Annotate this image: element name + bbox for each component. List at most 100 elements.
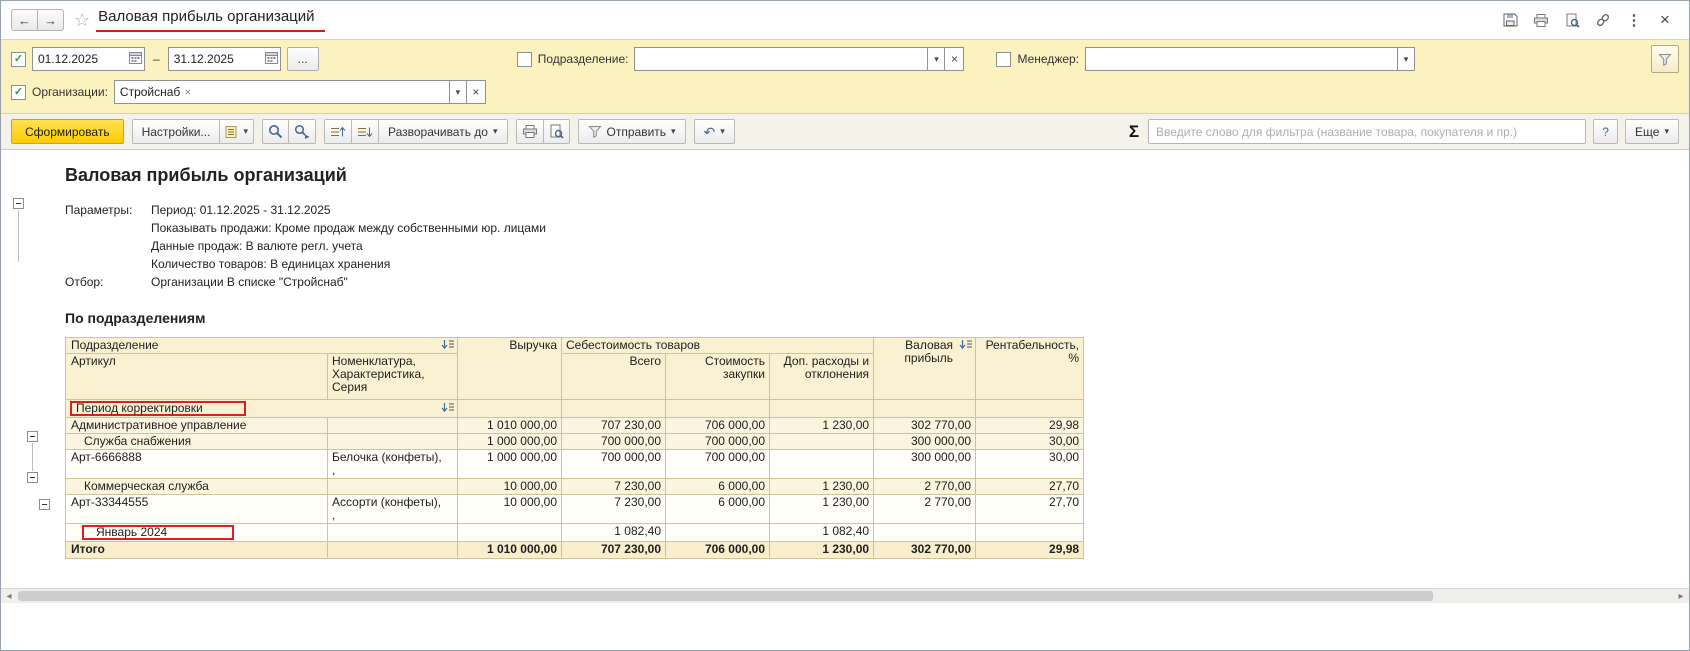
sort-icon[interactable] xyxy=(441,339,454,353)
date-to-input[interactable] xyxy=(174,52,265,66)
header-cost-extra[interactable]: Доп. расходы и отклонения xyxy=(770,354,874,400)
header-cost-group[interactable]: Себестоимость товаров xyxy=(562,338,874,354)
clear-icon: × xyxy=(472,85,479,99)
header-gross[interactable]: Валовая прибыль xyxy=(874,338,976,400)
link-icon xyxy=(1595,12,1611,28)
manager-input[interactable] xyxy=(1085,47,1397,71)
settings-button[interactable]: Настройки... xyxy=(132,119,221,144)
freeze-line xyxy=(66,417,67,418)
calendar-icon[interactable] xyxy=(265,51,278,67)
link-button[interactable] xyxy=(1591,8,1615,32)
send-button[interactable]: Отправить ▾ xyxy=(578,119,686,144)
header-cost-total[interactable]: Всего xyxy=(562,354,666,400)
report-settings-icon xyxy=(225,125,238,139)
header-articul[interactable]: Артикул xyxy=(66,354,328,400)
report-area: Валовая прибыль организаций Параметры: П… xyxy=(1,150,1689,588)
department-combo: ▾ × xyxy=(634,47,964,71)
collapse-levels-button[interactable] xyxy=(324,119,352,144)
row-name-cell[interactable]: Арт-33344555 xyxy=(66,495,328,524)
department-clear-button[interactable]: × xyxy=(945,47,964,71)
date-to-field[interactable] xyxy=(168,47,281,71)
scroll-left-button[interactable]: ◂ xyxy=(1,589,17,604)
print-report-button[interactable] xyxy=(516,119,544,144)
organizations-dropdown-button[interactable]: ▾ xyxy=(449,80,467,104)
organization-tag: Стройснаб × xyxy=(120,85,191,99)
organizations-clear-button[interactable]: × xyxy=(467,80,486,104)
period-checkbox[interactable]: ✓ xyxy=(11,52,26,67)
chevron-down-icon: ▾ xyxy=(243,126,248,137)
row-nomenclature-cell[interactable]: Белочка (конфеты), , xyxy=(328,450,458,479)
bottom-spacer xyxy=(1,603,1689,650)
print-button[interactable] xyxy=(1529,8,1553,32)
tag-remove-icon[interactable]: × xyxy=(184,85,191,99)
report-toolbar: Сформировать Настройки... ▾ xyxy=(1,114,1689,150)
back-icon: ← xyxy=(18,13,31,28)
more-button[interactable]: Еще ▾ xyxy=(1625,119,1679,144)
expand-to-button[interactable]: Разворачивать до ▾ xyxy=(378,119,508,144)
generate-button[interactable]: Сформировать xyxy=(11,119,124,144)
report-parameters: Параметры: Период: 01.12.2025 - 31.12.20… xyxy=(65,202,1689,290)
filter-panel: ✓ – ... Подразделение: ▾ × xyxy=(1,39,1689,114)
scroll-right-button[interactable]: ▸ xyxy=(1673,589,1689,604)
tree-collapse-button[interactable] xyxy=(27,472,38,483)
header-period-adjust[interactable]: Период корректировки xyxy=(66,400,458,418)
header-row-1: Подразделение Выручка Себестоимость това… xyxy=(66,338,1084,354)
department-checkbox[interactable] xyxy=(517,52,532,67)
period-value-highlight: Январь 2024 xyxy=(82,525,234,540)
row-name-cell[interactable]: Январь 2024 xyxy=(66,524,328,542)
organizations-checkbox[interactable]: ✓ xyxy=(11,85,26,100)
calendar-icon[interactable] xyxy=(129,51,142,67)
expand-levels-button[interactable] xyxy=(351,119,379,144)
save-button[interactable] xyxy=(1498,8,1522,32)
expand-levels-icon xyxy=(357,125,373,139)
header-nomenclature[interactable]: Номенклатура, Характеристика, Серия xyxy=(328,354,458,400)
tree-line xyxy=(18,210,19,262)
settings-group: Настройки... ▾ xyxy=(132,119,254,144)
period-more-button[interactable]: ... xyxy=(287,47,319,71)
sort-icon[interactable] xyxy=(959,339,972,353)
row-name-cell[interactable]: Коммерческая служба xyxy=(66,479,328,495)
header-cost-purchase[interactable]: Стоимость закупки xyxy=(666,354,770,400)
find-button[interactable] xyxy=(262,119,289,144)
manager-checkbox[interactable] xyxy=(996,52,1011,67)
close-button[interactable]: × xyxy=(1653,8,1677,32)
menu-button[interactable]: ⋮ xyxy=(1622,8,1646,32)
header-revenue[interactable]: Выручка xyxy=(458,338,562,400)
row-name-cell[interactable]: Арт-6666888 xyxy=(66,450,328,479)
row-nomenclature-cell[interactable]: Ассорти (конфеты), , xyxy=(328,495,458,524)
chevron-down-icon: ▾ xyxy=(456,87,461,98)
floppy-icon xyxy=(1502,12,1519,28)
sort-icon[interactable] xyxy=(441,402,454,416)
favorite-star-icon[interactable]: ☆ xyxy=(74,10,90,31)
header-department[interactable]: Подразделение xyxy=(66,338,458,354)
department-dropdown-button[interactable]: ▾ xyxy=(927,47,945,71)
section-title: По подразделениям xyxy=(65,310,1689,327)
row-name-cell[interactable]: Служба снабжения xyxy=(66,434,328,450)
back-button[interactable]: ← xyxy=(11,9,38,31)
chevron-down-icon: ▾ xyxy=(1404,54,1409,65)
department-input[interactable] xyxy=(634,47,927,71)
horizontal-scrollbar[interactable]: ◂ ▸ xyxy=(1,588,1689,603)
settings-variants-button[interactable]: ▾ xyxy=(219,119,254,144)
preview-button[interactable] xyxy=(1560,8,1584,32)
print-preview-button[interactable] xyxy=(543,119,570,144)
tree-collapse-button[interactable] xyxy=(27,431,38,442)
help-button[interactable]: ? xyxy=(1593,119,1618,144)
quick-filter-input[interactable] xyxy=(1148,119,1586,144)
find-next-button[interactable] xyxy=(288,119,316,144)
header-margin[interactable]: Рентабельность, % xyxy=(976,338,1084,400)
scrollbar-thumb[interactable] xyxy=(18,591,1433,601)
forward-button[interactable]: → xyxy=(37,9,64,31)
tree-collapse-button[interactable] xyxy=(39,499,50,510)
date-from-input[interactable] xyxy=(38,52,129,66)
date-from-field[interactable] xyxy=(32,47,145,71)
autosum-icon[interactable]: Σ xyxy=(1129,122,1139,142)
manager-dropdown-button[interactable]: ▾ xyxy=(1397,47,1415,71)
organizations-input[interactable]: Стройснаб × xyxy=(114,80,449,104)
tree-collapse-button[interactable] xyxy=(13,198,24,209)
filter-settings-button[interactable] xyxy=(1651,45,1679,73)
page-title: Валовая прибыль организаций xyxy=(96,8,324,32)
row-name-cell[interactable]: Итого xyxy=(66,542,328,559)
row-name-cell[interactable]: Административное управление xyxy=(66,418,328,434)
undo-button[interactable]: ↶ ▾ xyxy=(694,119,735,144)
